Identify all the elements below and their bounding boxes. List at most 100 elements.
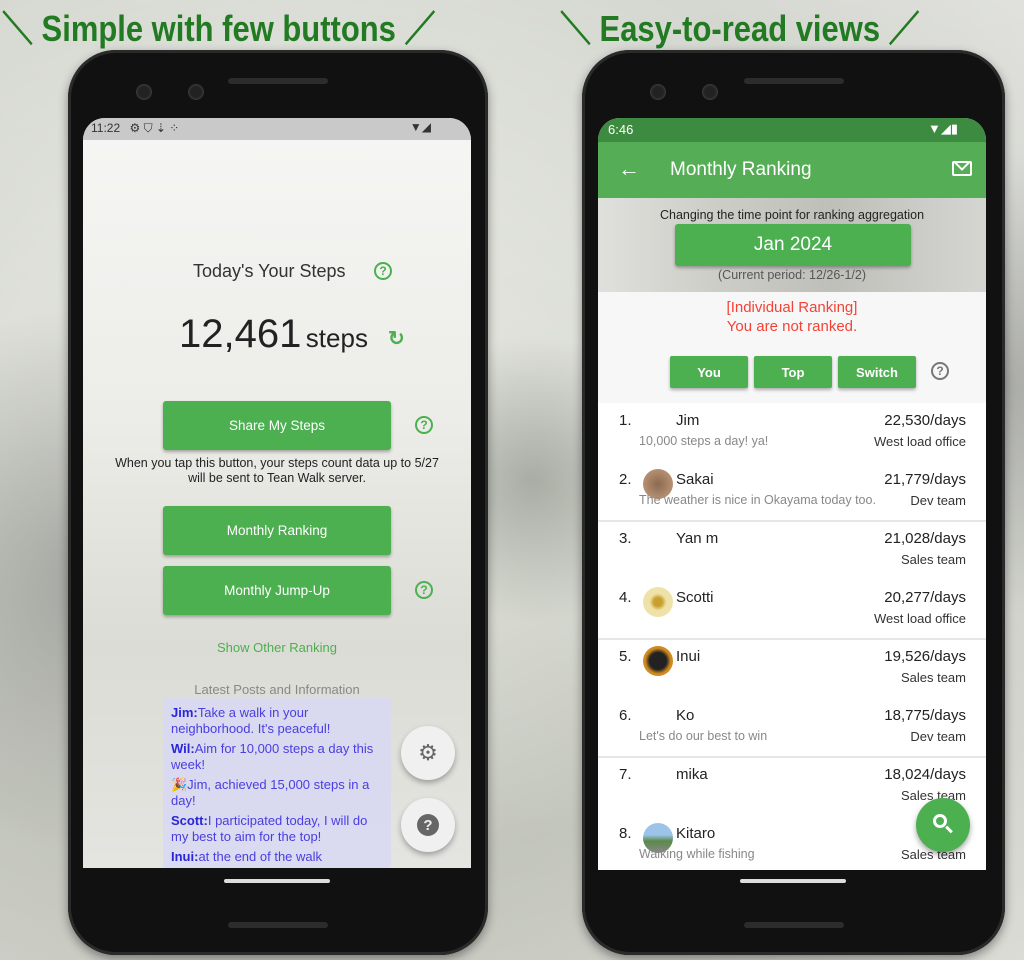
status-time: 6:46 xyxy=(608,122,634,137)
back-arrow-icon[interactable]: ← xyxy=(618,156,640,182)
settings-button[interactable]: ⚙ xyxy=(401,726,455,780)
camera xyxy=(650,84,666,100)
top-button[interactable]: Top xyxy=(754,356,832,388)
gear-icon: ⚙ xyxy=(418,740,438,765)
team-name: West load office xyxy=(873,434,966,449)
status-time: 11:22 xyxy=(91,121,121,135)
monthly-ranking-button[interactable]: Monthly Ranking xyxy=(163,506,391,555)
period-button[interactable]: Jan 2024 xyxy=(675,224,911,266)
ranking-type: [Individual Ranking] xyxy=(726,299,858,316)
ranking-row[interactable]: 5. Inui 19,526/days Sales team xyxy=(598,639,986,698)
search-icon xyxy=(933,814,947,828)
share-my-steps-button[interactable]: Share My Steps xyxy=(163,401,391,450)
home-indicator xyxy=(740,879,846,883)
help-circle-icon: ? xyxy=(417,814,439,836)
team-name: Dev team xyxy=(910,493,966,508)
signal-icon: ▼◢ xyxy=(409,120,431,134)
user-name: Sakai xyxy=(676,471,714,488)
ranking-row[interactable]: 3. Yan m 21,028/days Sales team xyxy=(598,521,986,580)
camera xyxy=(188,84,204,100)
camera xyxy=(702,84,718,100)
home-indicator xyxy=(224,879,330,883)
user-name: Inui xyxy=(676,648,701,665)
help-button[interactable]: ? xyxy=(401,798,455,852)
status-bar: 11:22 ⚙ ⛉ ⇣ ⁘ ▼◢ xyxy=(83,118,471,140)
team-name: Sales team xyxy=(900,670,966,685)
steps-value: 19,526/days xyxy=(884,648,966,665)
steps-value: 20,277/days xyxy=(884,589,966,606)
steps-value: 21,779/days xyxy=(884,471,966,488)
help-icon[interactable]: ? xyxy=(931,362,949,380)
ranking-list[interactable]: 1. Jim 22,530/days 10,000 steps a day! ya! W… xyxy=(598,403,986,870)
speaker xyxy=(744,922,844,928)
user-name: mika xyxy=(676,766,708,783)
mail-icon[interactable] xyxy=(952,161,972,176)
speaker xyxy=(228,922,328,928)
rank-number: 2. xyxy=(619,471,632,488)
steps-value: 22,530/days xyxy=(884,412,966,429)
rank-number: 8. xyxy=(619,825,632,842)
post-item: Jim:Take a walk in your neighborhood. It… xyxy=(171,705,331,736)
period-label: Changing the time point for ranking aggr… xyxy=(659,208,925,222)
team-name: Dev team xyxy=(910,729,966,744)
show-other-ranking-link[interactable]: Show Other Ranking xyxy=(83,640,471,655)
ranking-row[interactable]: 6. Ko 18,775/days Let's do our best to win D… xyxy=(598,698,986,757)
right-screen: 6:46 ▼◢▮ ← Monthly Ranking Changing the … xyxy=(598,118,986,870)
user-message: The weather is nice in Okayama today too… xyxy=(639,493,876,507)
user-name: Kitaro xyxy=(676,825,716,842)
share-note: When you tap this button, your steps cou… xyxy=(115,456,439,485)
help-icon[interactable]: ? xyxy=(415,416,433,434)
signal-battery-icon: ▼◢▮ xyxy=(927,121,958,136)
headline-left: ＼ Simple with few buttons ／ xyxy=(2,8,436,49)
user-message: Let's do our best to win xyxy=(639,729,768,743)
user-name: Jim xyxy=(676,412,700,429)
steps-value: 21,028/days xyxy=(884,530,966,547)
monthly-jumpup-button[interactable]: Monthly Jump-Up xyxy=(163,566,391,615)
post-item: Scott:I participated today, I will do my… xyxy=(171,813,368,844)
avatar xyxy=(643,646,673,676)
speaker xyxy=(228,78,328,84)
you-button[interactable]: You xyxy=(670,356,748,388)
rank-number: 3. xyxy=(619,530,632,547)
post-item: 🎉Jim, achieved 15,000 steps in a day! xyxy=(171,777,370,808)
status-icons: ⚙ ⛉ ⇣ ⁘ xyxy=(129,121,180,135)
steps-value: 18,775/days xyxy=(884,707,966,724)
user-message: Walking while fishing xyxy=(639,847,755,861)
steps-value: 18,024/days xyxy=(884,766,966,783)
speaker xyxy=(744,78,844,84)
ranking-row[interactable]: 4. Scotti 20,277/days West load office xyxy=(598,580,986,639)
user-name: Scotti xyxy=(676,589,714,606)
camera xyxy=(136,84,152,100)
ranking-row[interactable]: 1. Jim 22,530/days 10,000 steps a day! ya! W… xyxy=(598,403,986,462)
headline-right: ＼ Easy-to-read views ／ xyxy=(560,8,920,49)
app-bar-title: Monthly Ranking xyxy=(670,159,812,180)
team-name: Sales team xyxy=(900,552,966,567)
post-item: Inui:at the end of the walk xyxy=(171,849,323,864)
team-name: West load office xyxy=(873,611,966,626)
rank-number: 7. xyxy=(619,766,632,783)
search-fab[interactable] xyxy=(916,798,970,852)
help-icon[interactable]: ? xyxy=(415,581,433,599)
posts-list[interactable]: Jim:Take a walk in your neighborhood. It… xyxy=(163,698,391,868)
steps-unit: steps xyxy=(305,323,368,353)
avatar xyxy=(643,587,673,617)
user-message: 10,000 steps a day! ya! xyxy=(639,434,769,448)
steps-number: 12,461 xyxy=(179,312,302,356)
rank-number: 4. xyxy=(619,589,632,606)
steps-title: Today's Your Steps xyxy=(193,261,346,281)
status-bar: 6:46 ▼◢▮ xyxy=(598,118,986,142)
headline: ＼ Simple with few buttons ／ ＼ Easy-to-re… xyxy=(0,0,1024,49)
user-name: Yan m xyxy=(676,530,719,547)
current-period: (Current period: 12/26-1/2) xyxy=(718,268,866,282)
rank-number: 6. xyxy=(619,707,632,724)
ranking-row[interactable]: 2. Sakai 21,779/days The weather is nice in… xyxy=(598,462,986,521)
refresh-icon[interactable]: ↻ xyxy=(388,326,405,351)
not-ranked-message: You are not ranked. xyxy=(726,318,858,335)
help-icon[interactable]: ? xyxy=(374,262,392,280)
left-screen: 11:22 ⚙ ⛉ ⇣ ⁘ ▼◢ Today's Your Steps ? 12… xyxy=(83,118,471,868)
switch-button[interactable]: Switch xyxy=(838,356,916,388)
posts-title: Latest Posts and Information xyxy=(194,682,360,697)
user-name: Ko xyxy=(676,707,695,724)
post-item: Wil:Aim for 10,000 steps a day this week… xyxy=(171,741,374,772)
rank-number: 1. xyxy=(619,412,632,429)
